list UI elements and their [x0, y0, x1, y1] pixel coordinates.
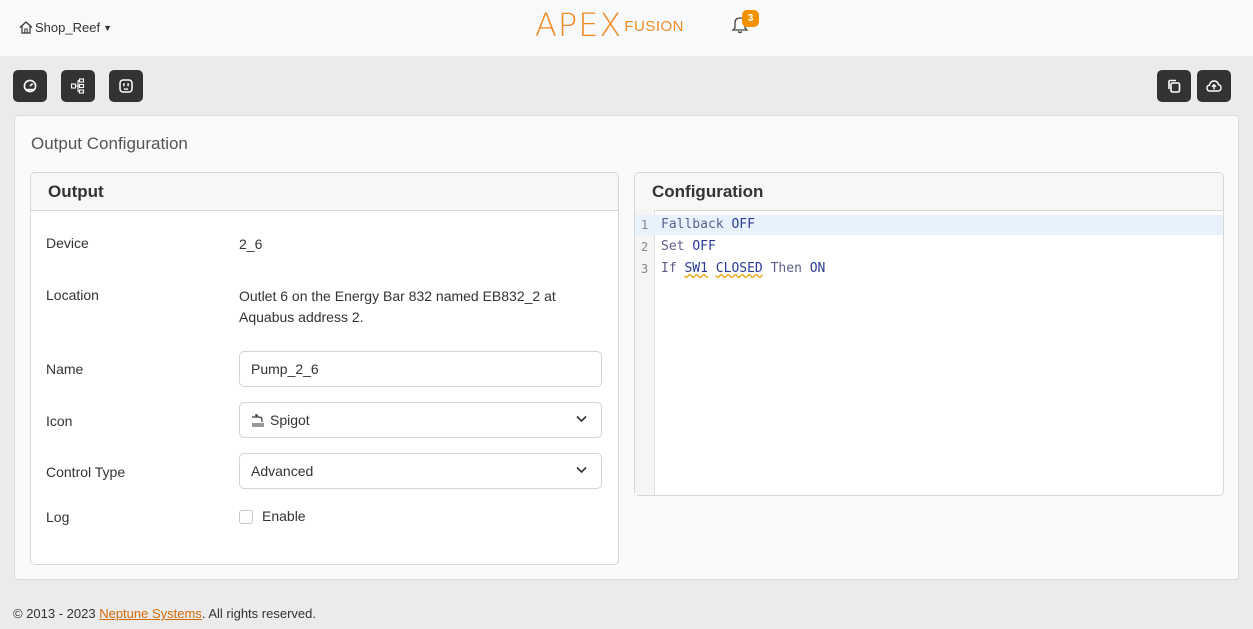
control-type-select-value: Advanced: [251, 463, 314, 479]
dashboard-gauge-icon: [23, 79, 37, 93]
footer-rights: . All rights reserved.: [201, 606, 316, 621]
icon-label: Icon: [46, 413, 73, 429]
code-token: If: [661, 261, 677, 276]
code-token: Set: [661, 239, 685, 254]
code-token: OFF: [731, 217, 755, 232]
copy-button[interactable]: [1157, 70, 1191, 102]
neptune-systems-link[interactable]: Neptune Systems: [99, 606, 202, 621]
name-input-value: Pump_2_6: [251, 361, 319, 377]
page-title: Output Configuration: [31, 134, 188, 153]
code-token: Fallback: [661, 217, 724, 232]
site-name: Shop_Reef: [35, 20, 101, 35]
code-token: ON: [809, 261, 826, 276]
log-enable-checkbox[interactable]: [239, 510, 253, 524]
output-panel-heading: Output: [31, 173, 618, 211]
device-tree-button[interactable]: [61, 70, 95, 102]
chevron-down-icon: [576, 415, 587, 423]
top-bar: Shop_Reef ▼ APEX FUSION: [0, 0, 1253, 56]
code-token: OFF: [692, 239, 716, 254]
cloud-upload-icon: [1206, 80, 1222, 92]
code-token: CLOSED: [715, 261, 763, 276]
log-label: Log: [46, 509, 70, 525]
name-input[interactable]: Pump_2_6: [239, 351, 602, 387]
configuration-panel-heading: Configuration: [635, 173, 1223, 211]
code-text: Fallback OFF: [661, 215, 755, 235]
device-tree-icon: [71, 78, 85, 94]
copy-icon: [1168, 79, 1181, 93]
outlets-button[interactable]: [109, 70, 143, 102]
code-editor[interactable]: 1 Fallback OFF 2 Set OFF 3 If SW1 CLOSED Then…: [635, 210, 1223, 495]
device-label: Device: [46, 235, 89, 251]
code-line[interactable]: 2 Set OFF: [635, 237, 1223, 257]
device-value: 2_6: [239, 236, 263, 252]
chevron-down-icon: [576, 466, 587, 474]
outlet-icon: [119, 79, 133, 93]
logo-fusion: FUSION: [624, 18, 684, 35]
caret-down-icon: ▼: [103, 22, 112, 33]
dashboard-button[interactable]: [13, 70, 47, 102]
code-line[interactable]: 1 Fallback OFF: [635, 215, 1223, 235]
location-label: Location: [46, 287, 99, 303]
code-token: Then: [770, 261, 802, 276]
footer: © 2013 - 2023 Neptune Systems. All right…: [13, 606, 316, 621]
code-text: If SW1 CLOSED Then ON: [661, 259, 825, 279]
control-type-label: Control Type: [46, 464, 126, 480]
line-number: 1: [641, 218, 649, 232]
footer-copyright: © 2013 - 2023: [13, 606, 100, 621]
log-enable-label[interactable]: Enable: [262, 508, 306, 524]
notification-badge[interactable]: 3: [742, 10, 759, 27]
code-token: SW1: [684, 261, 708, 276]
apex-fusion-logo: APEX FUSION: [535, 9, 684, 41]
location-value-line1: Outlet 6 on the Energy Bar 832 named EB8…: [239, 288, 556, 304]
name-label: Name: [46, 361, 84, 377]
home-icon: [19, 21, 33, 34]
location-value: Outlet 6 on the Energy Bar 832 named EB8…: [239, 286, 556, 328]
line-number: 2: [641, 240, 649, 254]
icon-select-value: Spigot: [270, 412, 310, 428]
logo-apex: APEX: [535, 6, 623, 44]
control-type-select[interactable]: Advanced: [239, 453, 602, 489]
site-selector[interactable]: Shop_Reef ▼: [19, 20, 112, 35]
code-text: Set OFF: [661, 237, 716, 257]
location-value-line2: Aquabus address 2.: [239, 309, 364, 325]
line-number: 3: [641, 262, 649, 276]
icon-select[interactable]: Spigot: [239, 402, 602, 438]
spigot-icon: [252, 413, 264, 426]
cloud-upload-button[interactable]: [1197, 70, 1231, 102]
code-line[interactable]: 3 If SW1 CLOSED Then ON: [635, 259, 1223, 279]
